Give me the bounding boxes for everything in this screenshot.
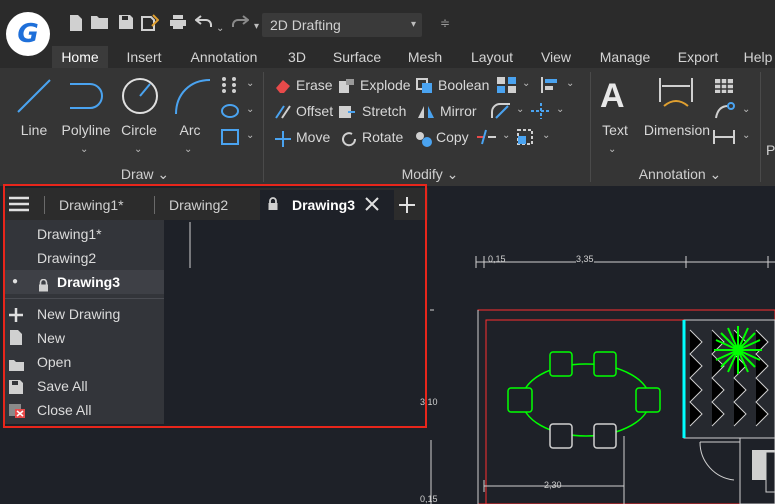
- chevron-down-icon[interactable]: ⌄: [246, 78, 254, 89]
- dimension-tool-label[interactable]: Dimension: [642, 122, 712, 138]
- arc-tool-label[interactable]: Arc: [172, 122, 208, 138]
- tab-view[interactable]: View: [534, 46, 578, 68]
- circle-chevron-down-icon[interactable]: ⌄: [134, 144, 142, 155]
- chevron-down-icon[interactable]: ⌄: [516, 104, 524, 115]
- erase-label[interactable]: Erase: [296, 77, 333, 93]
- dimension-label-top-small: 0,15: [488, 254, 506, 264]
- rotate-label[interactable]: Rotate: [362, 129, 403, 145]
- chevron-down-icon[interactable]: ⌄: [246, 104, 254, 115]
- next-panel-partial-icon[interactable]: P: [766, 142, 775, 158]
- mirror-label[interactable]: Mirror: [440, 103, 477, 119]
- annotation-panel-title[interactable]: Annotation ⌄: [630, 166, 730, 183]
- tab-surface[interactable]: Surface: [326, 46, 388, 68]
- panel-divider: [760, 72, 761, 182]
- panel-divider: [263, 72, 264, 182]
- redo-icon[interactable]: [230, 14, 250, 34]
- tab-export[interactable]: Export: [672, 46, 724, 68]
- chevron-down-icon[interactable]: ⌄: [566, 78, 574, 89]
- tab-help[interactable]: Help: [738, 46, 775, 68]
- app-logo[interactable]: G: [6, 12, 50, 56]
- line-icon[interactable]: [14, 76, 54, 121]
- undo-dropdown-chevron-icon[interactable]: ⌄: [216, 18, 224, 36]
- draw-panel-title[interactable]: Draw ⌄: [100, 166, 190, 183]
- move-label[interactable]: Move: [296, 129, 330, 145]
- polyline-icon[interactable]: [66, 76, 106, 121]
- tab-manage[interactable]: Manage: [592, 46, 658, 68]
- move-icon[interactable]: [274, 130, 292, 153]
- save-icon[interactable]: [116, 14, 136, 34]
- tab-3d[interactable]: 3D: [280, 46, 314, 68]
- chevron-down-icon[interactable]: ⌄: [522, 78, 530, 89]
- highlight-box: [3, 184, 427, 428]
- trim-icon[interactable]: [476, 128, 498, 151]
- polyline-chevron-down-icon[interactable]: ⌄: [80, 144, 88, 155]
- redo-dropdown-chevron-icon[interactable]: ▾: [254, 16, 259, 34]
- chevron-down-icon[interactable]: ⌄: [556, 104, 564, 115]
- linear-dimension-icon[interactable]: [712, 128, 736, 151]
- tab-home[interactable]: Home: [52, 46, 108, 68]
- rotate-icon[interactable]: [340, 130, 358, 153]
- chevron-down-icon[interactable]: ⌄: [742, 104, 750, 115]
- dimension-label-bottom: 2,30: [544, 480, 562, 490]
- break-icon[interactable]: [530, 102, 552, 125]
- line-tool-label[interactable]: Line: [14, 122, 54, 138]
- circle-icon[interactable]: [120, 76, 160, 121]
- erase-icon[interactable]: [274, 78, 292, 99]
- circle-tool-label[interactable]: Circle: [116, 122, 162, 138]
- ribbon-tab-bar: Home Insert Annotation 3D Surface Mesh L…: [0, 46, 775, 68]
- workspace-select[interactable]: 2D Drafting ▾: [262, 13, 422, 37]
- chevron-down-icon[interactable]: ⌄: [742, 130, 750, 141]
- stretch-icon[interactable]: [338, 104, 356, 125]
- modify-panel-title[interactable]: Modify ⌄: [390, 166, 470, 183]
- hatch-icon[interactable]: [220, 128, 240, 151]
- chevron-down-icon[interactable]: ⌄: [502, 130, 510, 141]
- table-icon[interactable]: [714, 78, 734, 99]
- offset-label[interactable]: Offset: [296, 103, 333, 119]
- boolean-icon[interactable]: [416, 78, 434, 99]
- print-icon[interactable]: [168, 14, 188, 34]
- tab-annotation[interactable]: Annotation: [182, 46, 266, 68]
- chevron-down-icon: ▾: [410, 19, 416, 30]
- mirror-icon[interactable]: [416, 104, 436, 125]
- text-tool-label[interactable]: Text: [598, 122, 632, 138]
- dimension-label-top-main: 3,35: [576, 254, 594, 264]
- undo-icon[interactable]: [194, 14, 214, 34]
- copy-label[interactable]: Copy: [436, 129, 469, 145]
- dimension-icon[interactable]: [656, 76, 696, 117]
- text-icon[interactable]: A: [600, 76, 625, 116]
- align-icon[interactable]: [540, 76, 562, 99]
- tab-insert[interactable]: Insert: [116, 46, 172, 68]
- scale-icon[interactable]: [516, 128, 538, 151]
- polyline-tool-label[interactable]: Polyline: [58, 122, 114, 138]
- save-as-icon[interactable]: [140, 14, 160, 34]
- open-folder-icon[interactable]: [90, 14, 110, 34]
- arc-icon[interactable]: [172, 76, 212, 121]
- tab-layout[interactable]: Layout: [462, 46, 522, 68]
- ellipse-icon[interactable]: [220, 102, 240, 125]
- workspace-select-value: 2D Drafting: [270, 17, 341, 33]
- arc-chevron-down-icon[interactable]: ⌄: [184, 144, 192, 155]
- array-icon[interactable]: [496, 76, 518, 99]
- chevron-down-icon[interactable]: ⌄: [542, 130, 550, 141]
- explode-label[interactable]: Explode: [360, 77, 411, 93]
- text-chevron-down-icon[interactable]: ⌄: [608, 144, 616, 155]
- fillet-icon[interactable]: [490, 102, 512, 125]
- stretch-label[interactable]: Stretch: [362, 103, 406, 119]
- tab-mesh[interactable]: Mesh: [400, 46, 450, 68]
- panel-divider: [590, 72, 591, 182]
- explode-icon[interactable]: [338, 78, 356, 99]
- dimension-label-left-bottom: 0,15: [420, 494, 438, 504]
- customize-toolbar-icon[interactable]: ≑: [440, 16, 450, 30]
- point-icon[interactable]: [220, 76, 238, 99]
- copy-icon[interactable]: [414, 130, 434, 153]
- boolean-label[interactable]: Boolean: [438, 77, 489, 93]
- chevron-down-icon[interactable]: ⌄: [246, 130, 254, 141]
- new-file-icon[interactable]: [66, 14, 86, 34]
- leader-icon[interactable]: [714, 102, 736, 125]
- offset-icon[interactable]: [274, 104, 292, 125]
